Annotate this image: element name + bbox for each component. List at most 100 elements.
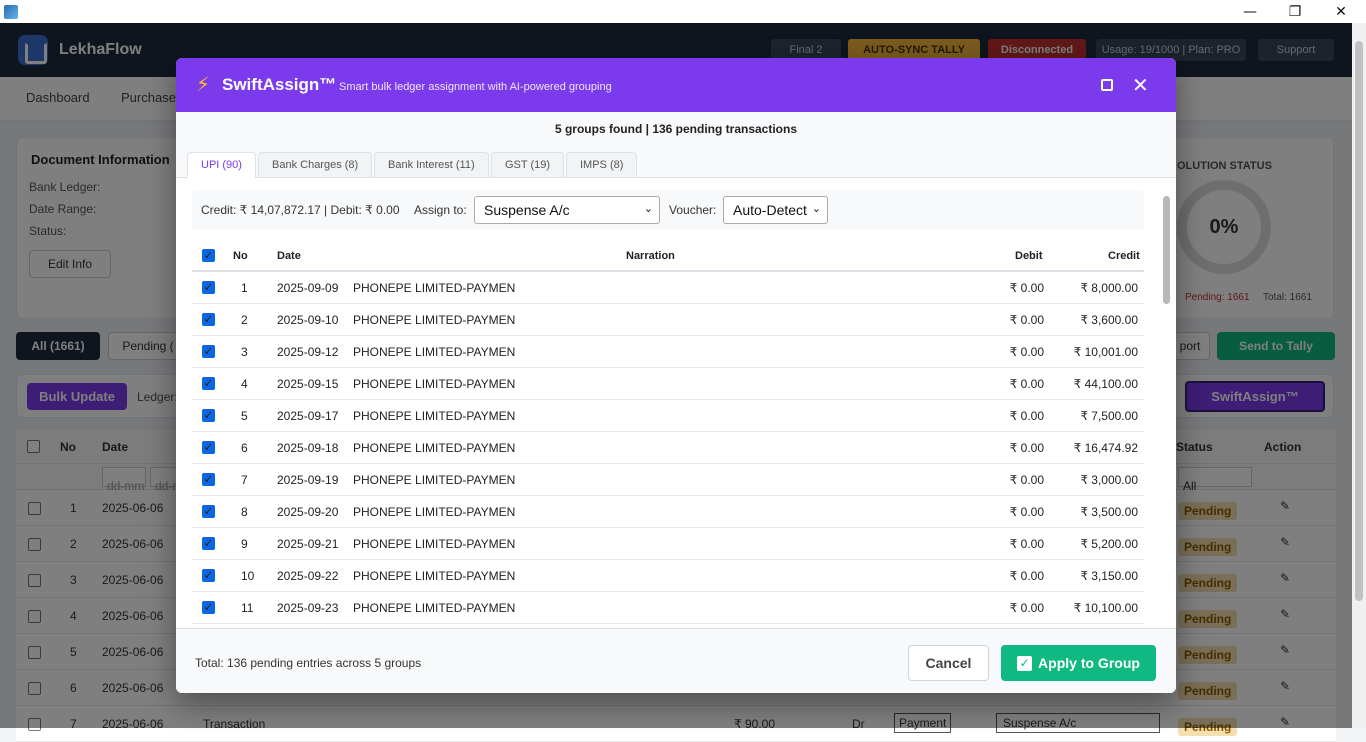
page-scrollbar-thumb[interactable] [1355,41,1363,601]
window-titlebar: — ❐ ✕ [0,0,1366,23]
groups-summary: 5 groups found | 136 pending transaction… [176,112,1176,146]
modal-scrollbar-thumb[interactable] [1163,196,1170,304]
close-window-icon[interactable]: ✕ [1318,0,1364,23]
row-narration: PHONEPE LIMITED-PAYMEN [353,569,516,583]
lightning-icon: ⚡ [196,72,211,96]
app-window-icon [4,4,18,19]
row-checkbox[interactable]: ✓ [202,537,215,550]
col-date: Date [277,250,301,262]
row-date: 2025-09-10 [277,313,339,327]
row-narration: PHONEPE LIMITED-PAYMEN [353,441,516,455]
row-date: 2025-09-12 [277,345,339,359]
row-narration: PHONEPE LIMITED-PAYMEN [353,473,516,487]
swiftassign-modal: ⚡ SwiftAssign™ Smart bulk ledger assignm… [176,58,1176,693]
row-debit: ₹ 0.00 [1009,345,1044,359]
row-credit: ₹ 5,200.00 [1080,537,1138,551]
row-credit: ₹ 10,100.00 [1073,601,1138,615]
row-no: 9 [241,537,248,551]
table-row[interactable]: ✓ 4 2025-09-15 PHONEPE LIMITED-PAYMEN ₹ 0.00… [192,368,1144,400]
assignment-bar: Credit: ₹ 14,07,872.17 | Debit: ₹ 0.00 A… [192,190,1144,230]
row-date: 2025-09-23 [277,601,339,615]
row-checkbox[interactable]: ✓ [202,601,215,614]
table-row[interactable]: ✓ 9 2025-09-21 PHONEPE LIMITED-PAYMEN ₹ 0.00… [192,528,1144,560]
row-no: 6 [241,441,248,455]
maximize-icon[interactable] [1101,79,1113,91]
row-date: 2025-09-09 [277,281,339,295]
row-checkbox[interactable]: ✓ [202,409,215,422]
row-narration: PHONEPE LIMITED-PAYMEN [353,601,516,615]
col-credit: Credit [1108,250,1140,262]
row-checkbox[interactable]: ✓ [202,345,215,358]
tab-bank-charges[interactable]: Bank Charges (8) [258,152,373,178]
col-narration: Narration [626,250,675,262]
row-no: 10 [241,569,255,583]
row-narration: PHONEPE LIMITED-PAYMEN [353,505,516,519]
row-checkbox[interactable]: ✓ [202,377,215,390]
modal-title: SwiftAssign™ [222,75,337,94]
tab-imps[interactable]: IMPS (8) [566,152,638,178]
row-narration: PHONEPE LIMITED-PAYMEN [353,345,516,359]
row-checkbox[interactable]: ✓ [202,441,215,454]
col-debit: Debit [1015,250,1043,262]
assign-ledger-select[interactable]: Suspense A/c ⌄ [474,196,660,224]
row-debit: ₹ 0.00 [1009,313,1044,327]
tab-gst[interactable]: GST (19) [491,152,565,178]
row-debit: ₹ 0.00 [1009,441,1044,455]
row-debit: ₹ 0.00 [1009,473,1044,487]
row-credit: ₹ 3,000.00 [1080,473,1138,487]
row-credit: ₹ 3,150.00 [1080,569,1138,583]
group-totals: Credit: ₹ 14,07,872.17 | Debit: ₹ 0.00 [201,203,400,217]
minimize-icon[interactable]: — [1227,0,1273,23]
table-row[interactable]: ✓ 6 2025-09-18 PHONEPE LIMITED-PAYMEN ₹ 0.00… [192,432,1144,464]
row-no: 7 [241,473,248,487]
row-no: 3 [241,345,248,359]
close-icon[interactable]: ✕ [1132,73,1149,97]
row-credit: ₹ 16,474.92 [1073,441,1138,455]
row-credit: ₹ 44,100.00 [1073,377,1138,391]
select-all-checkbox[interactable]: ✓ [202,249,215,262]
table-row[interactable]: ✓ 8 2025-09-20 PHONEPE LIMITED-PAYMEN ₹ 0.00… [192,496,1144,528]
table-row[interactable]: ✓ 11 2025-09-23 PHONEPE LIMITED-PAYMEN ₹ 0.0… [192,592,1144,624]
tab-upi[interactable]: UPI (90) [187,152,256,178]
row-credit: ₹ 7,500.00 [1080,409,1138,423]
row-credit: ₹ 3,600.00 [1080,313,1138,327]
footer-total: Total: 136 pending entries across 5 grou… [195,656,422,670]
table-row[interactable]: ✓ 2 2025-09-10 PHONEPE LIMITED-PAYMEN ₹ 0.00… [192,304,1144,336]
row-checkbox[interactable]: ✓ [202,281,215,294]
apply-to-group-button[interactable]: ✓ Apply to Group [1001,645,1156,681]
row-no: 8 [241,505,248,519]
row-checkbox[interactable]: ✓ [202,473,215,486]
cancel-button[interactable]: Cancel [908,645,989,681]
row-no: 5 [241,409,248,423]
row-debit: ₹ 0.00 [1009,537,1044,551]
row-checkbox[interactable]: ✓ [202,505,215,518]
table-row[interactable]: ✓ 10 2025-09-22 PHONEPE LIMITED-PAYMEN ₹ 0.0… [192,560,1144,592]
modal-footer: Total: 136 pending entries across 5 grou… [176,628,1176,693]
modal-table-scrollbar[interactable] [1160,178,1174,628]
row-credit: ₹ 10,001.00 [1073,345,1138,359]
row-debit: ₹ 0.00 [1009,601,1044,615]
row-no: 1 [241,281,248,295]
voucher-type-select[interactable]: Auto-Detect ⌄ [723,196,828,224]
col-no: No [233,250,248,262]
row-date: 2025-09-15 [277,377,339,391]
table-row[interactable]: ✓ 5 2025-09-17 PHONEPE LIMITED-PAYMEN ₹ 0.00… [192,400,1144,432]
row-debit: ₹ 0.00 [1009,377,1044,391]
page-scrollbar[interactable] [1352,23,1366,728]
table-row[interactable]: ✓ 1 2025-09-09 PHONEPE LIMITED-PAYMEN ₹ 0.00… [192,272,1144,304]
row-narration: PHONEPE LIMITED-PAYMEN [353,409,516,423]
row-credit: ₹ 3,500.00 [1080,505,1138,519]
assign-to-label: Assign to: [414,203,467,217]
row-checkbox[interactable]: ✓ [202,313,215,326]
row-narration: PHONEPE LIMITED-PAYMEN [353,313,516,327]
restore-icon[interactable]: ❐ [1272,0,1318,23]
table-row[interactable]: ✓ 3 2025-09-12 PHONEPE LIMITED-PAYMEN ₹ 0.00… [192,336,1144,368]
table-row[interactable]: ✓ 7 2025-09-19 PHONEPE LIMITED-PAYMEN ₹ 0.00… [192,464,1144,496]
row-checkbox[interactable]: ✓ [202,569,215,582]
group-tabs: UPI (90) Bank Charges (8) Bank Interest … [176,146,1176,178]
row-date: 2025-09-21 [277,537,339,551]
modal-table-header: ✓ No Date Narration Debit Credit [192,240,1144,272]
tab-bank-interest[interactable]: Bank Interest (11) [374,152,489,178]
row-date: 2025-09-18 [277,441,339,455]
row-date: 2025-09-20 [277,505,339,519]
